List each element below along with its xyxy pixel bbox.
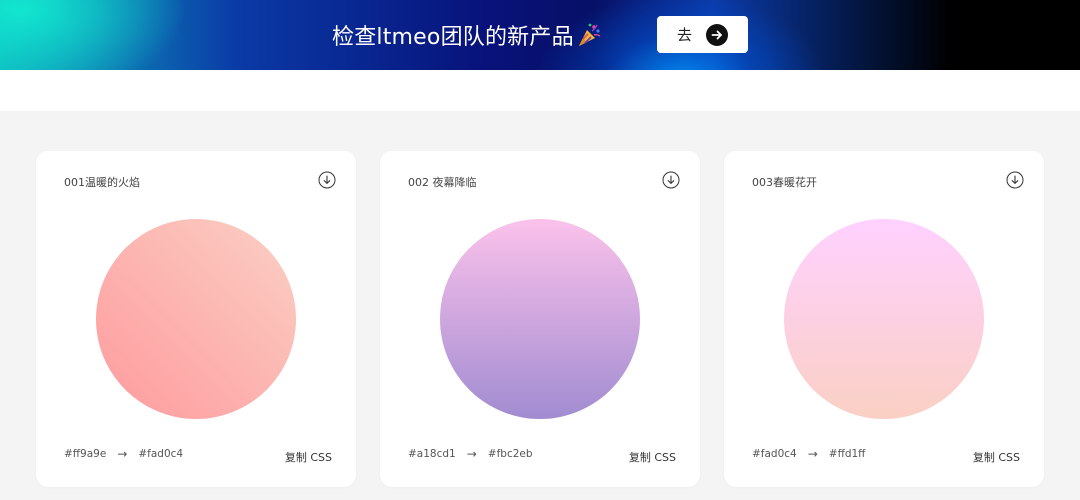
arrow-separator: → (117, 447, 128, 461)
card-title: 001温暖的火焰 (64, 176, 140, 189)
download-icon[interactable] (1006, 171, 1024, 189)
card-title: 002 夜幕降临 (408, 176, 477, 189)
banner-title: 检查ltmeo团队的新产品 (332, 18, 602, 52)
arrow-separator: → (466, 447, 477, 461)
promo-banner: 检查ltmeo团队的新产品 去 (0, 0, 1080, 70)
gradient-card: 003春暖花开 #fad0c4 → #ffd1ff 复制 CSS (724, 151, 1044, 487)
download-icon[interactable] (318, 171, 336, 189)
from-color-code: #fad0c4 (752, 448, 797, 460)
gradient-card: 002 夜幕降临 #a18cd1 → #fbc2eb 复制 CSS (380, 151, 700, 487)
from-color-code: #ff9a9e (64, 448, 107, 460)
color-pair: #ff9a9e → #fad0c4 (64, 447, 183, 461)
banner-title-text: 检查ltmeo团队的新产品 (332, 25, 574, 50)
card-title: 003春暖花开 (752, 176, 817, 189)
go-button[interactable]: 去 (657, 16, 748, 53)
from-color-code: #a18cd1 (408, 448, 456, 460)
color-pair: #fad0c4 → #ffd1ff (752, 447, 865, 461)
copy-css-button[interactable]: 复制 CSS (973, 449, 1020, 465)
go-button-label: 去 (676, 26, 692, 44)
copy-css-button[interactable]: 复制 CSS (285, 449, 332, 465)
arrow-separator: → (807, 447, 818, 461)
gradient-swatch (440, 219, 640, 419)
gradient-swatch (96, 219, 296, 419)
download-icon[interactable] (662, 171, 680, 189)
to-color-code: #fad0c4 (138, 448, 184, 460)
copy-css-label: 复制 CSS (284, 451, 332, 464)
arrow-right-circle-icon (706, 23, 728, 46)
gradient-swatch (784, 219, 984, 419)
color-pair: #a18cd1 → #fbc2eb (408, 447, 533, 461)
header-spacer (0, 70, 1080, 111)
copy-css-button[interactable]: 复制 CSS (629, 449, 676, 465)
to-color-code: #fbc2eb (487, 448, 533, 460)
copy-css-label: 复制 CSS (972, 451, 1020, 464)
gradient-card: 001温暖的火焰 #ff9a9e → #fad0c4 复制 CSS (36, 151, 356, 487)
party-popper-icon (576, 22, 602, 48)
copy-css-label: 复制 CSS (628, 451, 676, 464)
to-color-code: #ffd1ff (828, 448, 866, 460)
